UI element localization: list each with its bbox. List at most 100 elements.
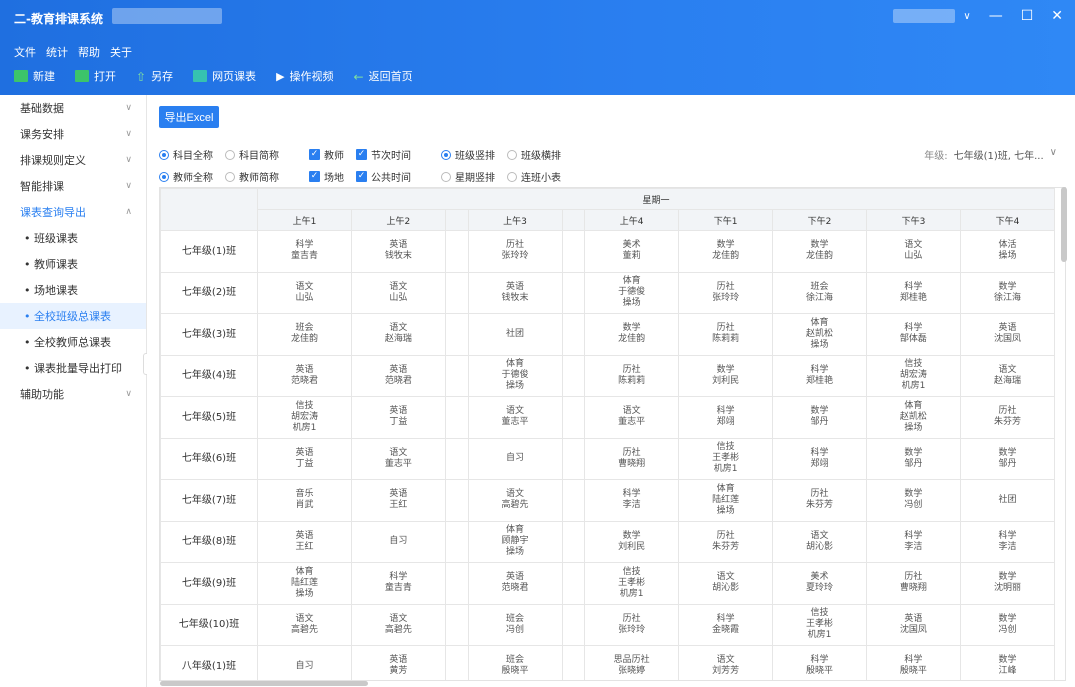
lesson-cell[interactable]: 社团 xyxy=(467,313,563,356)
lesson-cell[interactable] xyxy=(444,603,469,646)
radio-option[interactable]: 连班小表 xyxy=(507,169,561,184)
checkbox-option[interactable]: ✓ 节次时间 xyxy=(356,147,411,162)
sidebar-item[interactable]: 基础数据 ∨ xyxy=(0,95,146,121)
sidebar-subitem[interactable]: • 班级课表 xyxy=(0,225,146,251)
lesson-cell[interactable]: 英语 丁益 xyxy=(257,437,352,480)
lesson-cell[interactable]: 数学 龙佳韵 xyxy=(584,313,680,356)
lesson-cell[interactable]: 科学 郑翊 xyxy=(772,437,867,480)
lesson-cell[interactable]: 语文 山弘 xyxy=(865,230,961,273)
radio-option[interactable]: 教师简称 xyxy=(225,169,279,184)
lesson-cell[interactable]: 信技 胡宏涛 机房1 xyxy=(865,354,961,397)
export-excel-button[interactable]: 导出Excel xyxy=(159,106,219,128)
lesson-cell[interactable]: 语文 胡沁影 xyxy=(772,520,867,563)
lesson-cell[interactable]: 班会 徐江海 xyxy=(772,271,867,314)
toolbar-4-button[interactable]: 网页课表 xyxy=(193,68,256,84)
lesson-cell[interactable]: 英语 范晓君 xyxy=(257,354,352,397)
radio-option[interactable]: 班级竖排 xyxy=(441,147,495,162)
lesson-cell[interactable]: 音乐 肖武 xyxy=(257,479,352,522)
lesson-cell[interactable]: 英语 范晓君 xyxy=(350,354,446,397)
lesson-cell[interactable]: 科学 郑桂艳 xyxy=(865,271,961,314)
lesson-cell[interactable] xyxy=(444,271,469,314)
lesson-cell[interactable]: 体育 于德俊 操场 xyxy=(584,271,680,314)
menu-item[interactable]: 帮助 xyxy=(78,44,100,60)
lesson-cell[interactable]: 语文 山弘 xyxy=(350,271,446,314)
lesson-cell[interactable]: 数学 龙佳韵 xyxy=(772,230,867,273)
lesson-cell[interactable]: 体育 陆红莲 操场 xyxy=(257,562,352,605)
lesson-cell[interactable] xyxy=(444,230,469,273)
lesson-cell[interactable]: 班会 龙佳韵 xyxy=(257,313,352,356)
lesson-cell[interactable] xyxy=(444,437,469,480)
lesson-cell[interactable] xyxy=(561,437,586,480)
lesson-cell[interactable]: 数学 刘利民 xyxy=(584,520,680,563)
lesson-cell[interactable]: 科学 郑桂艳 xyxy=(772,354,867,397)
lesson-cell[interactable]: 数学 邹丹 xyxy=(865,437,961,480)
lesson-cell[interactable]: 历社 曹晓翔 xyxy=(865,562,961,605)
user-redacted[interactable] xyxy=(893,9,956,23)
lesson-cell[interactable] xyxy=(444,479,469,522)
lesson-cell[interactable]: 科学 李洁 xyxy=(584,479,680,522)
lesson-cell[interactable]: 信技 王孝彬 机房1 xyxy=(772,603,867,646)
lesson-cell[interactable]: 美术 董莉 xyxy=(584,230,680,273)
checkbox-option[interactable]: ✓ 场地 xyxy=(309,169,344,184)
lesson-cell[interactable]: 历社 曹晓翔 xyxy=(584,437,680,480)
lesson-cell[interactable]: 数学 冯创 xyxy=(865,479,961,522)
lesson-cell[interactable]: 数学 刘利民 xyxy=(678,354,774,397)
lesson-cell[interactable]: 数学 龙佳韵 xyxy=(678,230,774,273)
horizontal-scrollbar[interactable] xyxy=(160,681,368,686)
lesson-cell[interactable]: 自习 xyxy=(350,520,446,563)
lesson-cell[interactable]: 语文 山弘 xyxy=(257,271,352,314)
lesson-cell[interactable]: 科学 殷晓平 xyxy=(865,645,961,680)
lesson-cell[interactable]: 英语 钱牧末 xyxy=(467,271,563,314)
lesson-cell[interactable]: 科学 童吉青 xyxy=(257,230,352,273)
lesson-cell[interactable]: 科学 郜体磊 xyxy=(865,313,961,356)
chevron-down-icon[interactable]: ∨ xyxy=(963,11,970,22)
sidebar-subitem[interactable]: • 全校班级总课表 xyxy=(0,303,146,329)
lesson-cell[interactable] xyxy=(561,230,586,273)
lesson-cell[interactable]: 美术 夏玲玲 xyxy=(772,562,867,605)
sidebar-item[interactable]: 排课规则定义 ∨ xyxy=(0,147,146,173)
lesson-cell[interactable] xyxy=(444,313,469,356)
lesson-cell[interactable] xyxy=(561,313,586,356)
lesson-cell[interactable]: 自习 xyxy=(257,645,352,680)
lesson-cell[interactable]: 英语 沈国凤 xyxy=(959,313,1056,356)
lesson-cell[interactable]: 历社 朱芬芳 xyxy=(959,396,1056,439)
lesson-cell[interactable]: 班会 殷晓平 xyxy=(467,645,563,680)
lesson-cell[interactable]: 科学 李洁 xyxy=(865,520,961,563)
lesson-cell[interactable]: 数学 沈明丽 xyxy=(959,562,1056,605)
lesson-cell[interactable] xyxy=(561,396,586,439)
lesson-cell[interactable]: 英语 范晓君 xyxy=(467,562,563,605)
radio-option[interactable]: 星期竖排 xyxy=(441,169,495,184)
lesson-cell[interactable] xyxy=(444,562,469,605)
lesson-cell[interactable]: 体育 陆红莲 操场 xyxy=(678,479,774,522)
lesson-cell[interactable]: 语文 刘芳芳 xyxy=(678,645,774,680)
lesson-cell[interactable]: 英语 钱牧末 xyxy=(350,230,446,273)
radio-option[interactable]: 科目简称 xyxy=(225,147,279,162)
menu-item[interactable]: 文件 xyxy=(14,44,36,60)
sidebar-item[interactable]: 辅助功能 ∨ xyxy=(0,381,146,407)
lesson-cell[interactable]: 数学 邹丹 xyxy=(959,437,1056,480)
menu-item[interactable]: 统计 xyxy=(46,44,68,60)
lesson-cell[interactable]: 历社 陈莉莉 xyxy=(584,354,680,397)
lesson-cell[interactable]: 数学 江峰 xyxy=(959,645,1056,680)
lesson-cell[interactable] xyxy=(444,354,469,397)
lesson-cell[interactable]: 体育 赵凯松 操场 xyxy=(772,313,867,356)
radio-option[interactable]: 教师全称 xyxy=(159,169,213,184)
grade-selector[interactable]: 年级: 七年级(1)班, 七年... ∨ xyxy=(924,147,1057,162)
lesson-cell[interactable]: 英语 王红 xyxy=(350,479,446,522)
lesson-cell[interactable]: 信技 王孝彬 机房1 xyxy=(584,562,680,605)
lesson-cell[interactable]: 历社 张玲玲 xyxy=(678,271,774,314)
lesson-cell[interactable]: 体活 操场 xyxy=(959,230,1056,273)
lesson-cell[interactable]: 语文 董志平 xyxy=(350,437,446,480)
sidebar-item[interactable]: 课务安排 ∨ xyxy=(0,121,146,147)
lesson-cell[interactable]: 英语 黄芳 xyxy=(350,645,446,680)
lesson-cell[interactable]: 语文 胡沁影 xyxy=(678,562,774,605)
lesson-cell[interactable]: 历社 陈莉莉 xyxy=(678,313,774,356)
lesson-cell[interactable] xyxy=(444,520,469,563)
toolbar-5-button[interactable]: ▶ 操作视频 xyxy=(276,68,333,84)
lesson-cell[interactable]: 历社 张玲玲 xyxy=(467,230,563,273)
lesson-cell[interactable]: 科学 郑翊 xyxy=(678,396,774,439)
close-icon[interactable]: ✕ xyxy=(1051,8,1063,24)
sidebar-subitem[interactable]: • 课表批量导出打印 xyxy=(0,355,146,381)
lesson-cell[interactable]: 数学 冯创 xyxy=(959,603,1056,646)
lesson-cell[interactable]: 数学 邹丹 xyxy=(772,396,867,439)
